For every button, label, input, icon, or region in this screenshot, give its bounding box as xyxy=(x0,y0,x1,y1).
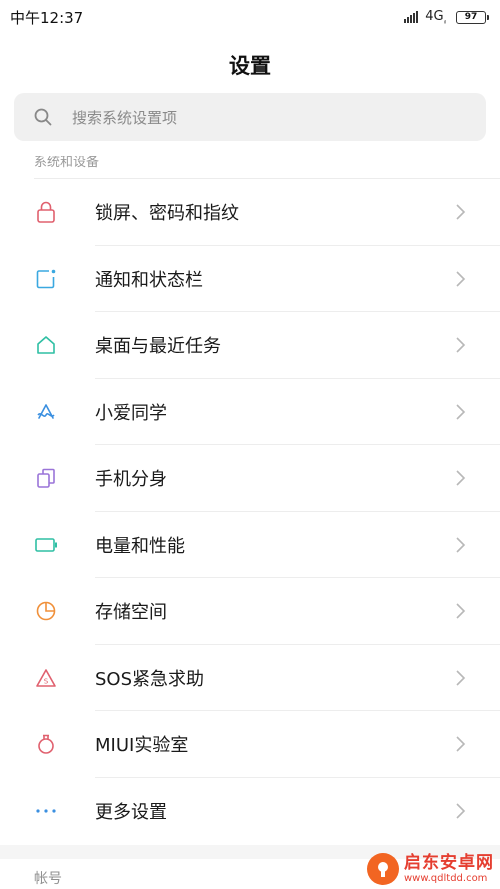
search-input[interactable]: 搜索系统设置项 xyxy=(14,93,486,141)
watermark-text: 启东安卓网 www.qdltdd.com xyxy=(404,852,494,884)
settings-item-label: 桌面与最近任务 xyxy=(95,336,221,358)
battery-indicator: 97 xyxy=(456,10,489,24)
settings-item-label: MIUI实验室 xyxy=(95,735,189,757)
settings-item-storage[interactable]: 存储空间 xyxy=(0,578,500,645)
home-icon xyxy=(34,333,58,357)
settings-item-xiaoai[interactable]: 小爱同学 xyxy=(0,379,500,445)
settings-item-notifications[interactable]: 通知和状态栏 xyxy=(0,246,500,312)
chevron-right-icon xyxy=(454,270,466,288)
chevron-right-icon xyxy=(454,602,466,620)
settings-item-lockscreen[interactable]: 锁屏、密码和指纹 xyxy=(0,179,500,246)
chevron-right-icon xyxy=(454,802,466,820)
chevron-right-icon xyxy=(454,469,466,487)
watermark-logo-icon xyxy=(367,853,399,885)
status-indicators: 4Gᵢₗ 97 xyxy=(404,8,489,26)
battery-icon xyxy=(34,533,58,557)
settings-item-label: 更多设置 xyxy=(95,801,167,823)
sos-icon: S xyxy=(34,666,58,690)
signal-icon xyxy=(404,11,419,23)
search-icon xyxy=(34,108,52,126)
settings-item-miui-lab[interactable]: MIUI实验室 xyxy=(0,711,500,778)
chevron-right-icon xyxy=(454,536,466,554)
settings-list: 锁屏、密码和指纹 通知和状态栏 桌面与最近任务 小爱同学 手机分身 电量和性能 … xyxy=(0,179,500,844)
lock-icon xyxy=(34,200,58,224)
lab-flask-icon xyxy=(34,732,58,756)
svg-text:S: S xyxy=(44,677,49,685)
settings-item-desktop[interactable]: 桌面与最近任务 xyxy=(0,312,500,379)
settings-item-more[interactable]: 更多设置 xyxy=(0,778,500,845)
chevron-right-icon xyxy=(454,669,466,687)
settings-item-dual-apps[interactable]: 手机分身 xyxy=(0,445,500,512)
watermark: 启东安卓网 www.qdltdd.com xyxy=(367,853,494,885)
settings-item-label: 锁屏、密码和指纹 xyxy=(95,203,239,225)
section-header-account: 帐号 xyxy=(34,871,62,887)
xiaoai-icon xyxy=(34,400,58,424)
network-type: 4Gᵢₗ xyxy=(425,8,446,26)
dual-phone-icon xyxy=(34,466,58,490)
status-bar: 中午12:37 4Gᵢₗ 97 xyxy=(0,0,500,34)
settings-item-battery[interactable]: 电量和性能 xyxy=(0,512,500,578)
settings-item-label: 存储空间 xyxy=(95,602,167,624)
settings-item-label: 电量和性能 xyxy=(95,535,185,557)
search-placeholder: 搜索系统设置项 xyxy=(72,108,178,127)
chevron-right-icon xyxy=(454,336,466,354)
more-dots-icon xyxy=(34,799,58,823)
settings-screen: 中午12:37 4Gᵢₗ 97 设置 搜索系统设置项 系统和设备 锁屏、密码和指… xyxy=(0,0,500,889)
settings-item-label: 手机分身 xyxy=(95,469,167,491)
watermark-url: www.qdltdd.com xyxy=(404,872,488,884)
watermark-name: 启东安卓网 xyxy=(404,852,494,873)
storage-icon xyxy=(34,599,58,623)
settings-item-label: 通知和状态栏 xyxy=(95,269,203,291)
settings-item-sos[interactable]: S SOS紧急求助 xyxy=(0,645,500,711)
notification-icon xyxy=(34,267,58,291)
settings-item-label: 小爱同学 xyxy=(95,402,167,424)
status-time: 中午12:37 xyxy=(10,8,84,27)
page-title: 设置 xyxy=(229,54,271,78)
chevron-right-icon xyxy=(454,735,466,753)
settings-item-label: SOS紧急求助 xyxy=(95,668,205,690)
section-header-mask xyxy=(0,143,500,156)
chevron-right-icon xyxy=(454,203,466,221)
chevron-right-icon xyxy=(454,403,466,421)
